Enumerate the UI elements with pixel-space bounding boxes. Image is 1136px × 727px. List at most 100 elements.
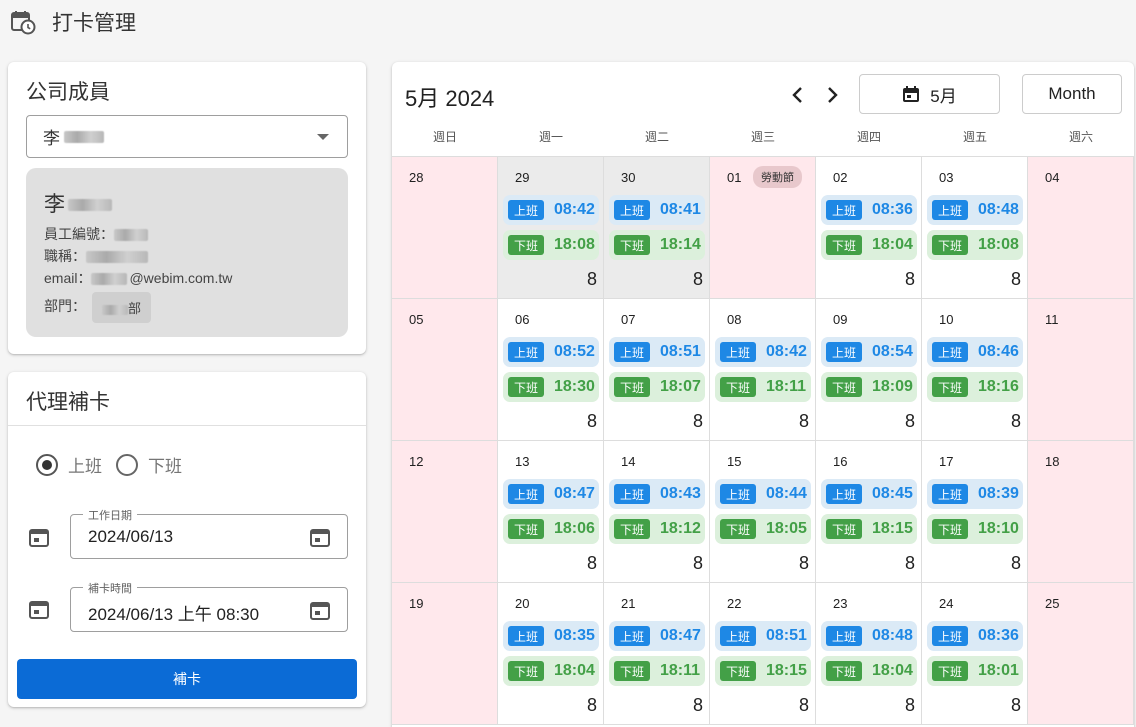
- clock-out-time: 18:05: [766, 520, 807, 537]
- calendar-title: 5月 2024: [405, 86, 495, 111]
- day-cell[interactable]: 30 上班 08:41 下班 18:14 8: [604, 157, 710, 299]
- clock-in-event[interactable]: 上班 08:41: [609, 195, 705, 225]
- date-picker-icon[interactable]: [309, 526, 331, 548]
- clock-out-event[interactable]: 下班 18:15: [715, 656, 811, 686]
- weekday-label: 週日: [432, 130, 457, 144]
- day-cell[interactable]: 02 上班 08:36 下班 18:04 8: [816, 157, 922, 299]
- day-cell[interactable]: 06 上班 08:52 下班 18:30 8: [498, 299, 604, 441]
- clock-out-event[interactable]: 下班 18:01: [927, 656, 1023, 686]
- punch-type-radio-group: 上班 下班: [36, 452, 182, 477]
- day-cell[interactable]: 11: [1028, 299, 1134, 441]
- clock-in-event[interactable]: 上班 08:54: [821, 337, 917, 367]
- clock-out-event[interactable]: 下班 18:07: [609, 372, 705, 402]
- day-cell[interactable]: 16 上班 08:45 下班 18:15 8: [816, 441, 922, 583]
- day-cell[interactable]: 28: [392, 157, 498, 299]
- clock-out-time: 18:11: [660, 662, 701, 679]
- day-number: 16: [833, 454, 848, 469]
- radio-clock-out[interactable]: [116, 453, 138, 476]
- clock-in-event[interactable]: 上班 08:48: [821, 621, 917, 651]
- clock-out-time: 18:12: [660, 520, 701, 537]
- day-cell[interactable]: 12: [392, 441, 498, 583]
- day-cell[interactable]: 19: [392, 583, 498, 725]
- day-number: 18: [1045, 454, 1060, 469]
- day-cell[interactable]: 09 上班 08:54 下班 18:09 8: [816, 299, 922, 441]
- clock-out-event[interactable]: 下班 18:15: [821, 514, 917, 544]
- day-cell[interactable]: 24 上班 08:36 下班 18:01 8: [922, 583, 1028, 725]
- day-cell[interactable]: 14 上班 08:43 下班 18:12 8: [604, 441, 710, 583]
- day-number: 20: [515, 596, 530, 611]
- clock-in-event[interactable]: 上班 08:42: [715, 337, 811, 367]
- clock-in-event[interactable]: 上班 08:39: [927, 479, 1023, 509]
- work-date-field[interactable]: 工作日期 2024/06/13: [70, 507, 348, 559]
- day-cell[interactable]: 08 上班 08:42 下班 18:11 8: [710, 299, 816, 441]
- day-cell[interactable]: 15 上班 08:44 下班 18:05 8: [710, 441, 816, 583]
- clock-in-tag: 上班: [720, 484, 756, 504]
- clock-in-event[interactable]: 上班 08:51: [609, 337, 705, 367]
- day-cell[interactable]: 07 上班 08:51 下班 18:07 8: [604, 299, 710, 441]
- next-month-button[interactable]: [819, 82, 845, 108]
- day-cell[interactable]: 17 上班 08:39 下班 18:10 8: [922, 441, 1028, 583]
- clock-out-event[interactable]: 下班 18:11: [715, 372, 811, 402]
- clock-in-event[interactable]: 上班 08:52: [503, 337, 599, 367]
- day-cell[interactable]: 29 上班 08:42 下班 18:08 8: [498, 157, 604, 299]
- day-cell[interactable]: 13 上班 08:47 下班 18:06 8: [498, 441, 604, 583]
- clock-out-event[interactable]: 下班 18:12: [609, 514, 705, 544]
- day-cell[interactable]: 25: [1028, 583, 1134, 725]
- clock-in-event[interactable]: 上班 08:42: [503, 195, 599, 225]
- clock-out-event[interactable]: 下班 18:30: [503, 372, 599, 402]
- day-cell[interactable]: 22 上班 08:51 下班 18:15 8: [710, 583, 816, 725]
- day-cell[interactable]: 18: [1028, 441, 1134, 583]
- punch-time-field[interactable]: 補卡時間 2024/06/13 上午 08:30: [70, 580, 348, 632]
- clock-in-time: 08:51: [766, 627, 807, 644]
- day-cell[interactable]: 23 上班 08:48 下班 18:04 8: [816, 583, 922, 725]
- clock-out-event[interactable]: 下班 18:08: [927, 230, 1023, 260]
- clock-out-event[interactable]: 下班 18:16: [927, 372, 1023, 402]
- clock-out-event[interactable]: 下班 18:06: [503, 514, 599, 544]
- day-cell[interactable]: 04: [1028, 157, 1134, 299]
- clock-in-tag: 上班: [932, 484, 968, 504]
- clock-out-event[interactable]: 下班 18:11: [609, 656, 705, 686]
- clock-in-event[interactable]: 上班 08:46: [927, 337, 1023, 367]
- submit-punch-button[interactable]: 補卡: [17, 659, 357, 699]
- clock-in-event[interactable]: 上班 08:35: [503, 621, 599, 651]
- date-picker-icon[interactable]: [309, 599, 331, 621]
- view-mode-button[interactable]: Month: [1022, 74, 1122, 114]
- clock-out-event[interactable]: 下班 18:08: [503, 230, 599, 260]
- member-select[interactable]: 李: [26, 115, 348, 158]
- clock-out-event[interactable]: 下班 18:04: [821, 656, 917, 686]
- weekday-label: 週六: [1068, 130, 1093, 144]
- clock-in-event[interactable]: 上班 08:45: [821, 479, 917, 509]
- clock-in-tag: 上班: [614, 626, 650, 646]
- chevron-down-icon[interactable]: [317, 134, 329, 140]
- month-picker-button[interactable]: 5月: [859, 74, 1000, 114]
- prev-month-button[interactable]: [785, 82, 811, 108]
- day-number: 07: [621, 312, 636, 327]
- clock-in-event[interactable]: 上班 08:47: [503, 479, 599, 509]
- clock-in-event[interactable]: 上班 08:44: [715, 479, 811, 509]
- day-cell[interactable]: 20 上班 08:35 下班 18:04 8: [498, 583, 604, 725]
- clock-out-event[interactable]: 下班 18:10: [927, 514, 1023, 544]
- work-hours: 8: [798, 695, 809, 715]
- day-cell[interactable]: 05: [392, 299, 498, 441]
- clock-in-event[interactable]: 上班 08:36: [927, 621, 1023, 651]
- day-cell[interactable]: 01 勞動節: [710, 157, 816, 299]
- day-cell[interactable]: 10 上班 08:46 下班 18:16 8: [922, 299, 1028, 441]
- clock-out-event[interactable]: 下班 18:04: [821, 230, 917, 260]
- clock-out-event[interactable]: 下班 18:04: [503, 656, 599, 686]
- day-cell[interactable]: 21 上班 08:47 下班 18:11 8: [604, 583, 710, 725]
- day-number: 17: [939, 454, 954, 469]
- day-cell[interactable]: 03 上班 08:48 下班 18:08 8: [922, 157, 1028, 299]
- clock-in-event[interactable]: 上班 08:48: [927, 195, 1023, 225]
- clock-in-event[interactable]: 上班 08:51: [715, 621, 811, 651]
- clock-out-event[interactable]: 下班 18:09: [821, 372, 917, 402]
- clock-in-event[interactable]: 上班 08:43: [609, 479, 705, 509]
- clock-in-event[interactable]: 上班 08:36: [821, 195, 917, 225]
- clock-out-event[interactable]: 下班 18:05: [715, 514, 811, 544]
- clock-out-event[interactable]: 下班 18:14: [609, 230, 705, 260]
- clock-in-event[interactable]: 上班 08:47: [609, 621, 705, 651]
- radio-clock-in[interactable]: [36, 453, 58, 476]
- work-date-value: 2024/06/13: [88, 527, 174, 546]
- clock-out-time: 18:16: [978, 378, 1019, 395]
- clock-in-time: 08:46: [978, 343, 1019, 360]
- work-hours: 8: [586, 411, 597, 431]
